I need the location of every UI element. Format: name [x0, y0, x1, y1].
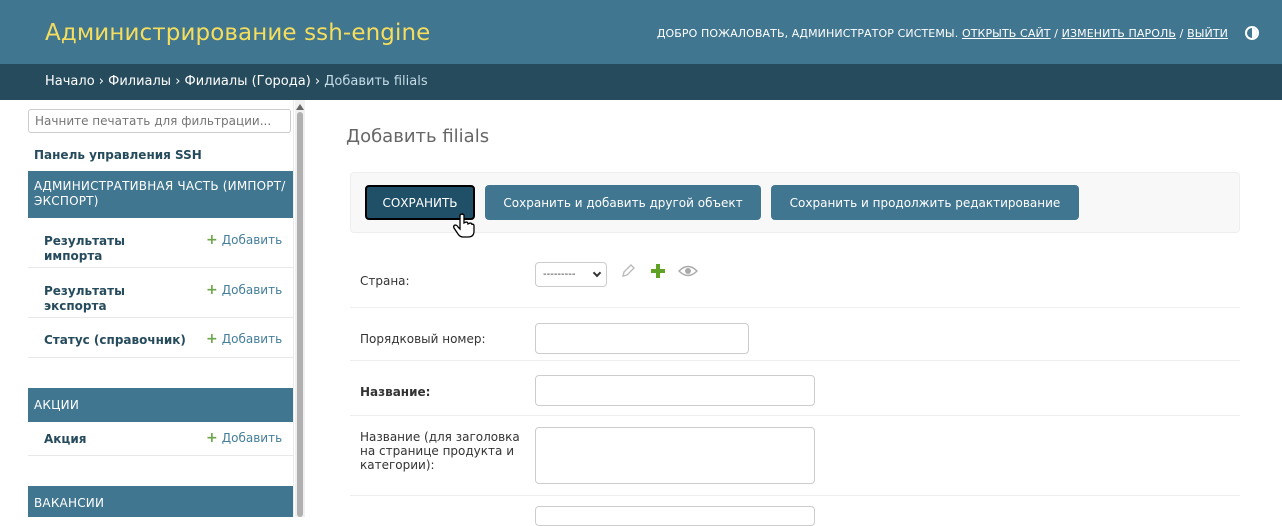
- eye-icon[interactable]: [678, 263, 698, 279]
- theme-toggle-icon[interactable]: [1245, 26, 1259, 40]
- view-site-link[interactable]: ОТКРЫТЬ САЙТ: [962, 27, 1051, 40]
- cursor-hand-icon: [453, 213, 475, 238]
- breadcrumb-separator: ›: [310, 74, 325, 89]
- add-label: Добавить: [221, 332, 283, 346]
- name-label: Название:: [360, 385, 431, 399]
- logout-link[interactable]: ВЫЙТИ: [1187, 27, 1228, 40]
- module-header-admin[interactable]: АДМИНИСТРАТИВНАЯ ЧАСТЬ (ИМПОРТ/ЭКСПОРТ): [28, 171, 293, 218]
- sidebar-item-import-results: Результаты импорта + Добавить: [28, 218, 293, 268]
- model-link[interactable]: Результаты импорта: [44, 234, 154, 264]
- form-row-country: Страна: ---------: [350, 248, 1240, 308]
- chevron-down-icon: [592, 268, 602, 278]
- save-and-continue-button[interactable]: Сохранить и продолжить редактирование: [771, 185, 1079, 220]
- add-label: Добавить: [221, 431, 283, 445]
- scroll-up-icon[interactable]: [296, 104, 304, 110]
- separator: /: [1179, 27, 1184, 40]
- add-label: Добавить: [221, 283, 283, 297]
- title-label: Название (для заголовка на странице прод…: [360, 430, 520, 472]
- form-row-order: Порядковый номер:: [350, 308, 1240, 361]
- add-link[interactable]: + Добавить: [206, 430, 282, 446]
- breadcrumb-current: Добавить filials: [324, 74, 428, 89]
- country-select-value: ---------: [543, 269, 576, 280]
- sidebar: Панель управления SSH АДМИНИСТРАТИВНАЯ Ч…: [28, 100, 294, 517]
- country-select[interactable]: ---------: [535, 262, 607, 287]
- form-row-next: [350, 496, 1240, 526]
- plus-icon: +: [206, 282, 218, 298]
- form-row-name: Название:: [350, 361, 1240, 416]
- name-input[interactable]: [535, 375, 815, 406]
- order-number-input[interactable]: [535, 323, 749, 354]
- user-tools: ДОБРО ПОЖАЛОВАТЬ, АДМИНИСТРАТОР СИСТЕМЫ.…: [657, 27, 1228, 40]
- breadcrumb-separator: ›: [171, 74, 185, 89]
- breadcrumb-app[interactable]: Филиалы: [108, 74, 171, 89]
- separator: /: [1054, 27, 1059, 40]
- breadcrumb-model[interactable]: Филиалы (Города): [185, 74, 311, 89]
- sidebar-item-status: Статус (справочник) + Добавить: [28, 318, 293, 358]
- nav-filter-input[interactable]: [28, 109, 291, 133]
- add-label: Добавить: [221, 233, 283, 247]
- submit-row: СОХРАНИТЬ Сохранить и добавить другой об…: [350, 172, 1240, 233]
- plus-icon: +: [206, 232, 218, 248]
- pencil-icon[interactable]: [620, 263, 636, 279]
- sidebar-item-export-results: Результаты экспорта + Добавить: [28, 268, 293, 318]
- breadcrumb: Начало › Филиалы › Филиалы (Города) › До…: [0, 64, 1282, 100]
- model-link[interactable]: Статус (справочник): [44, 333, 204, 348]
- save-and-add-button[interactable]: Сохранить и добавить другой объект: [485, 185, 761, 220]
- module-header-vacancies[interactable]: ВАКАНСИИ: [28, 486, 293, 517]
- breadcrumb-home[interactable]: Начало: [45, 74, 95, 89]
- order-label: Порядковый номер:: [360, 332, 486, 346]
- sidebar-item-promo: Акция + Добавить: [28, 422, 293, 456]
- title-textarea[interactable]: [535, 427, 815, 484]
- model-link[interactable]: Акция: [44, 432, 154, 447]
- change-password-link[interactable]: ИЗМЕНИТЬ ПАРОЛЬ: [1062, 27, 1176, 40]
- add-link[interactable]: + Добавить: [206, 232, 282, 248]
- plus-icon: +: [206, 430, 218, 446]
- site-branding[interactable]: Администрирование ssh-engine: [45, 20, 430, 46]
- welcome-text: ДОБРО ПОЖАЛОВАТЬ, АДМИНИСТРАТОР СИСТЕМЫ.: [656, 27, 959, 40]
- country-label: Страна:: [360, 274, 410, 288]
- form-row-title: Название (для заголовка на странице прод…: [350, 416, 1240, 496]
- header: Администрирование ssh-engine ДОБРО ПОЖАЛ…: [0, 0, 1282, 74]
- sidebar-scrollbar[interactable]: [295, 100, 305, 517]
- module-header-promos[interactable]: АКЦИИ: [28, 388, 293, 422]
- page-title: Добавить filials: [346, 126, 490, 147]
- model-link[interactable]: Результаты экспорта: [44, 284, 154, 314]
- add-link[interactable]: + Добавить: [206, 282, 282, 298]
- breadcrumb-separator: ›: [94, 74, 109, 89]
- dashboard-link[interactable]: Панель управления SSH: [34, 148, 202, 162]
- add-link[interactable]: + Добавить: [206, 331, 282, 347]
- plus-icon[interactable]: [650, 263, 666, 279]
- scroll-thumb[interactable]: [297, 112, 303, 517]
- next-input[interactable]: [535, 506, 815, 526]
- plus-icon: +: [206, 331, 218, 347]
